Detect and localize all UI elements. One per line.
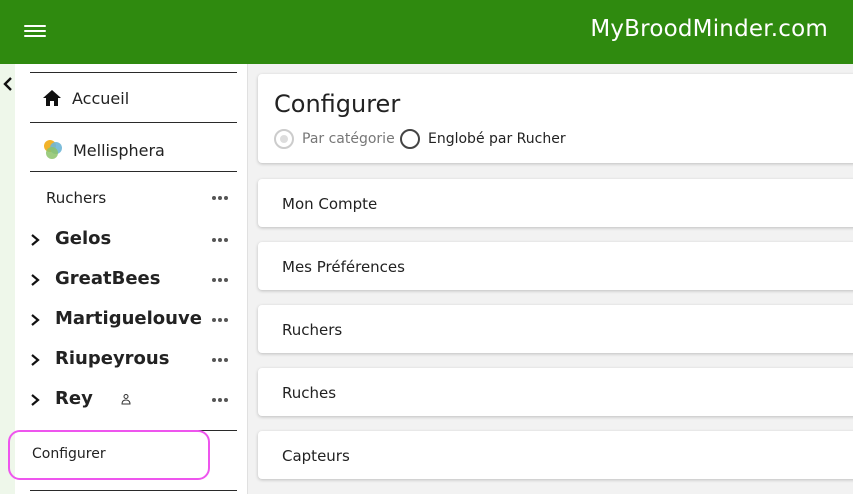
section-ruchers[interactable]: Ruchers [258, 305, 853, 353]
more-horizontal-icon[interactable] [212, 238, 230, 242]
chevron-right-icon[interactable] [29, 273, 41, 287]
configure-header-card: Configurer Par catégorie Englobé par Ruc… [258, 74, 853, 163]
brand-title[interactable]: MyBroodMinder.com [590, 16, 828, 42]
hamburger-menu-icon[interactable] [24, 22, 46, 42]
top-app-bar: MyBroodMinder.com [0, 0, 853, 64]
apiary-name: Riupeyrous [55, 348, 170, 369]
mellisphera-logo-icon [44, 140, 62, 159]
apiary-row-rey[interactable]: Rey [15, 384, 248, 416]
section-mes-preferences[interactable]: Mes Préférences [258, 242, 853, 290]
divider [30, 171, 237, 172]
radio-englobe-par-rucher[interactable]: Englobé par Rucher [400, 128, 566, 150]
apiary-row-gelos[interactable]: Gelos [15, 224, 248, 256]
page-title: Configurer [274, 90, 401, 118]
section-title: Mon Compte [282, 195, 378, 213]
divider [30, 72, 237, 73]
section-mon-compte[interactable]: Mon Compte [258, 179, 853, 227]
selection-highlight [8, 430, 210, 480]
section-title: Mes Préférences [282, 258, 405, 276]
radio-label: Englobé par Rucher [428, 131, 566, 147]
divider [30, 122, 237, 123]
more-horizontal-icon[interactable] [212, 398, 230, 402]
section-title: Ruches [282, 384, 337, 402]
section-ruches[interactable]: Ruches [258, 368, 853, 416]
sidebar-item-mellisphera[interactable]: Mellisphera [15, 132, 248, 168]
chevron-left-icon[interactable] [1, 76, 15, 92]
chevron-right-icon[interactable] [29, 353, 41, 367]
radio-par-categorie[interactable]: Par catégorie [274, 128, 395, 150]
user-icon [121, 394, 131, 405]
apiary-name: Gelos [55, 228, 112, 249]
chevron-right-icon[interactable] [29, 313, 41, 327]
more-horizontal-icon[interactable] [212, 318, 230, 322]
home-icon [43, 90, 61, 106]
apiary-row-martiguelouve[interactable]: Martiguelouve [15, 304, 248, 336]
chevron-right-icon[interactable] [29, 233, 41, 247]
more-horizontal-icon[interactable] [212, 278, 230, 282]
sidebar-item-home[interactable]: Accueil [15, 80, 248, 116]
radio-circle [400, 129, 420, 149]
more-horizontal-icon[interactable] [212, 196, 230, 200]
chevron-right-icon[interactable] [29, 393, 41, 407]
ruchers-header[interactable]: Ruchers [15, 182, 248, 214]
sidebar-item-label: Mellisphera [73, 140, 165, 160]
ruchers-label: Ruchers [46, 189, 107, 207]
apiary-row-greatbees[interactable]: GreatBees [15, 264, 248, 296]
apiary-row-riupeyrous[interactable]: Riupeyrous [15, 344, 248, 376]
radio-circle [274, 129, 294, 149]
section-title: Ruchers [282, 321, 343, 339]
apiary-name: Martiguelouve [55, 308, 202, 329]
more-horizontal-icon[interactable] [212, 358, 230, 362]
apiary-name: Rey [55, 388, 93, 409]
section-capteurs[interactable]: Capteurs [258, 431, 853, 479]
apiary-name: GreatBees [55, 268, 161, 289]
section-title: Capteurs [282, 447, 350, 465]
sidebar-rail [0, 64, 15, 494]
radio-label: Par catégorie [302, 131, 395, 147]
sidebar-item-label: Accueil [72, 88, 130, 108]
divider [30, 490, 237, 491]
